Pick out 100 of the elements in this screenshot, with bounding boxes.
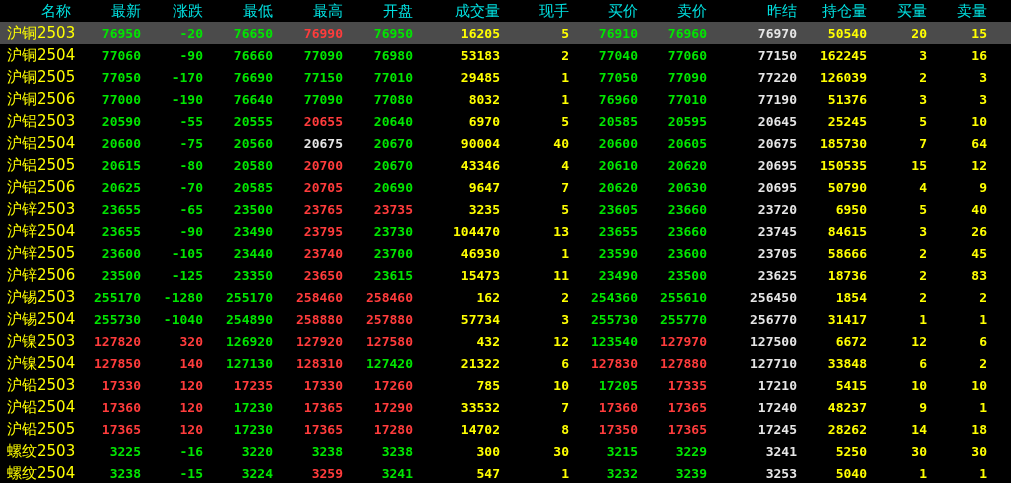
table-cell: 20695 xyxy=(757,179,797,195)
table-cell: 1 xyxy=(561,245,569,261)
table-cell: 20585 xyxy=(233,179,273,195)
quote-row[interactable]: 沪锌2504 23655 -90 23490 23795 23730 104470 13 23655 23660 23745 84615 3 26 xyxy=(0,220,1011,242)
quote-row[interactable]: 沪铜2505 77050 -170 76690 77150 77010 29485 1 77050 77090 77220 126039 2 3 xyxy=(0,66,1011,88)
table-cell: 128310 xyxy=(296,355,343,371)
table-cell: 20675 xyxy=(303,135,343,151)
table-cell: 2 xyxy=(561,289,569,305)
quote-row[interactable]: 沪铝2504 20600 -75 20560 20675 20670 90004 40 20600 20605 20675 185730 7 64 xyxy=(0,132,1011,154)
table-cell: 3238 xyxy=(109,465,141,481)
column-header[interactable]: 卖量 xyxy=(957,1,987,21)
quote-row[interactable]: 螺纹2504 3238 -15 3224 3259 3241 547 1 3232 3239 3253 5040 1 1 xyxy=(0,462,1011,483)
column-header[interactable]: 涨跌 xyxy=(173,1,203,21)
column-header[interactable]: 开盘 xyxy=(383,1,413,21)
quote-row[interactable]: 沪锌2505 23600 -105 23440 23740 23700 46930 1 23590 23600 23705 58666 2 45 xyxy=(0,242,1011,264)
table-cell: 7 xyxy=(561,399,569,415)
table-cell: 3 xyxy=(919,91,927,107)
table-cell: 17335 xyxy=(667,377,707,393)
quote-row[interactable]: 沪锡2504 255730 -1040 254890 258880 257880 57734 3 255730 255770 256770 31417 1 1 xyxy=(0,308,1011,330)
table-cell: 23655 xyxy=(598,223,638,239)
table-cell: 7 xyxy=(561,179,569,195)
column-header[interactable]: 成交量 xyxy=(455,1,500,21)
table-cell: 31417 xyxy=(827,311,867,327)
quote-row[interactable]: 沪铜2504 77060 -90 76660 77090 76980 53183 2 77040 77060 77150 162245 3 16 xyxy=(0,44,1011,66)
table-cell: 255610 xyxy=(660,289,707,305)
table-cell: 255730 xyxy=(94,311,141,327)
table-cell: 3229 xyxy=(675,443,707,459)
table-cell: 23500 xyxy=(101,267,141,283)
quote-row[interactable]: 沪镍2504 127850 140 127130 128310 127420 21322 6 127830 127880 127710 33848 6 2 xyxy=(0,352,1011,374)
table-cell: 20600 xyxy=(101,135,141,151)
quote-row[interactable]: 螺纹2503 3225 -16 3220 3238 3238 300 30 3215 3229 3241 5250 30 30 xyxy=(0,440,1011,462)
column-header[interactable]: 持仓量 xyxy=(822,1,867,21)
table-cell: 3 xyxy=(979,91,987,107)
contract-name: 沪锌2506 xyxy=(6,265,76,285)
table-cell: 9 xyxy=(919,399,927,415)
column-header[interactable]: 现手 xyxy=(539,1,569,21)
contract-name: 沪铜2506 xyxy=(6,89,76,109)
column-header[interactable]: 卖价 xyxy=(677,1,707,21)
table-cell: 1 xyxy=(979,399,987,415)
column-header[interactable]: 昨结 xyxy=(767,1,797,21)
table-cell: 20690 xyxy=(373,179,413,195)
column-header[interactable]: 最低 xyxy=(243,1,273,21)
column-header[interactable]: 最高 xyxy=(313,1,343,21)
contract-name: 沪锌2504 xyxy=(6,221,76,241)
table-cell: 17365 xyxy=(101,421,141,437)
table-cell: 6672 xyxy=(835,333,867,349)
table-cell: 16205 xyxy=(460,25,500,41)
table-cell: 20620 xyxy=(598,179,638,195)
table-cell: 17245 xyxy=(757,421,797,437)
table-cell: 77000 xyxy=(101,91,141,107)
column-header[interactable]: 买量 xyxy=(897,1,927,21)
table-cell: 29485 xyxy=(460,69,500,85)
table-cell: 12 xyxy=(911,333,927,349)
table-cell: 23625 xyxy=(757,267,797,283)
table-cell: 8032 xyxy=(468,91,500,107)
table-cell: 53183 xyxy=(460,47,500,63)
table-cell: 20605 xyxy=(667,135,707,151)
table-cell: 64 xyxy=(971,135,987,151)
table-cell: 23615 xyxy=(373,267,413,283)
table-cell: 23490 xyxy=(598,267,638,283)
quote-row[interactable]: 沪锌2506 23500 -125 23350 23650 23615 15473 11 23490 23500 23625 18736 2 83 xyxy=(0,264,1011,286)
table-cell: 14 xyxy=(911,421,927,437)
table-cell: 21322 xyxy=(460,355,500,371)
table-cell: -105 xyxy=(171,245,203,261)
table-cell: 43346 xyxy=(460,157,500,173)
contract-name: 沪镍2503 xyxy=(6,331,76,351)
table-cell: 785 xyxy=(476,377,500,393)
column-header[interactable]: 买价 xyxy=(608,1,638,21)
quote-row[interactable]: 沪铜2503 76950 -20 76650 76990 76950 16205 5 76910 76960 76970 50540 20 15 xyxy=(0,22,1011,44)
table-cell: 20595 xyxy=(667,113,707,129)
table-cell: 127130 xyxy=(226,355,273,371)
table-cell: 123540 xyxy=(591,333,638,349)
quote-row[interactable]: 沪铅2505 17365 120 17230 17365 17280 14702 8 17350 17365 17245 28262 14 18 xyxy=(0,418,1011,440)
table-cell: 12 xyxy=(971,157,987,173)
table-cell: 20670 xyxy=(373,135,413,151)
table-cell: 77220 xyxy=(757,69,797,85)
quote-row[interactable]: 沪铝2505 20615 -80 20580 20700 20670 43346 4 20610 20620 20695 150535 15 12 xyxy=(0,154,1011,176)
column-header[interactable]: 名称 xyxy=(41,1,75,21)
quote-row[interactable]: 沪镍2503 127820 320 126920 127920 127580 432 12 123540 127970 127500 6672 12 6 xyxy=(0,330,1011,352)
quote-row[interactable]: 沪铅2503 17330 120 17235 17330 17260 785 10 17205 17335 17210 5415 10 10 xyxy=(0,374,1011,396)
column-header[interactable]: 最新 xyxy=(111,1,141,21)
table-cell: 3238 xyxy=(311,443,343,459)
quote-row[interactable]: 沪铜2506 77000 -190 76640 77090 77080 8032 1 76960 77010 77190 51376 3 3 xyxy=(0,88,1011,110)
quote-row[interactable]: 沪铝2506 20625 -70 20585 20705 20690 9647 7 20620 20630 20695 50790 4 9 xyxy=(0,176,1011,198)
table-cell: 23700 xyxy=(373,245,413,261)
quote-row[interactable]: 沪铝2503 20590 -55 20555 20655 20640 6970 5 20585 20595 20645 25245 5 10 xyxy=(0,110,1011,132)
quote-row[interactable]: 沪锡2503 255170 -1280 255170 258460 258460 162 2 254360 255610 256450 1854 2 2 xyxy=(0,286,1011,308)
table-cell: 76690 xyxy=(233,69,273,85)
table-cell: 20675 xyxy=(757,135,797,151)
table-cell: 2 xyxy=(561,47,569,63)
table-cell: 7 xyxy=(919,135,927,151)
table-cell: 1 xyxy=(919,311,927,327)
quote-row[interactable]: 沪锌2503 23655 -65 23500 23765 23735 3235 5 23605 23660 23720 6950 5 40 xyxy=(0,198,1011,220)
table-cell: 23350 xyxy=(233,267,273,283)
table-cell: 3235 xyxy=(468,201,500,217)
table-cell: -75 xyxy=(179,135,203,151)
quote-row[interactable]: 沪铅2504 17360 120 17230 17365 17290 33532 7 17360 17365 17240 48237 9 1 xyxy=(0,396,1011,418)
table-cell: 90004 xyxy=(460,135,500,151)
table-cell: 9647 xyxy=(468,179,500,195)
table-cell: 20600 xyxy=(598,135,638,151)
